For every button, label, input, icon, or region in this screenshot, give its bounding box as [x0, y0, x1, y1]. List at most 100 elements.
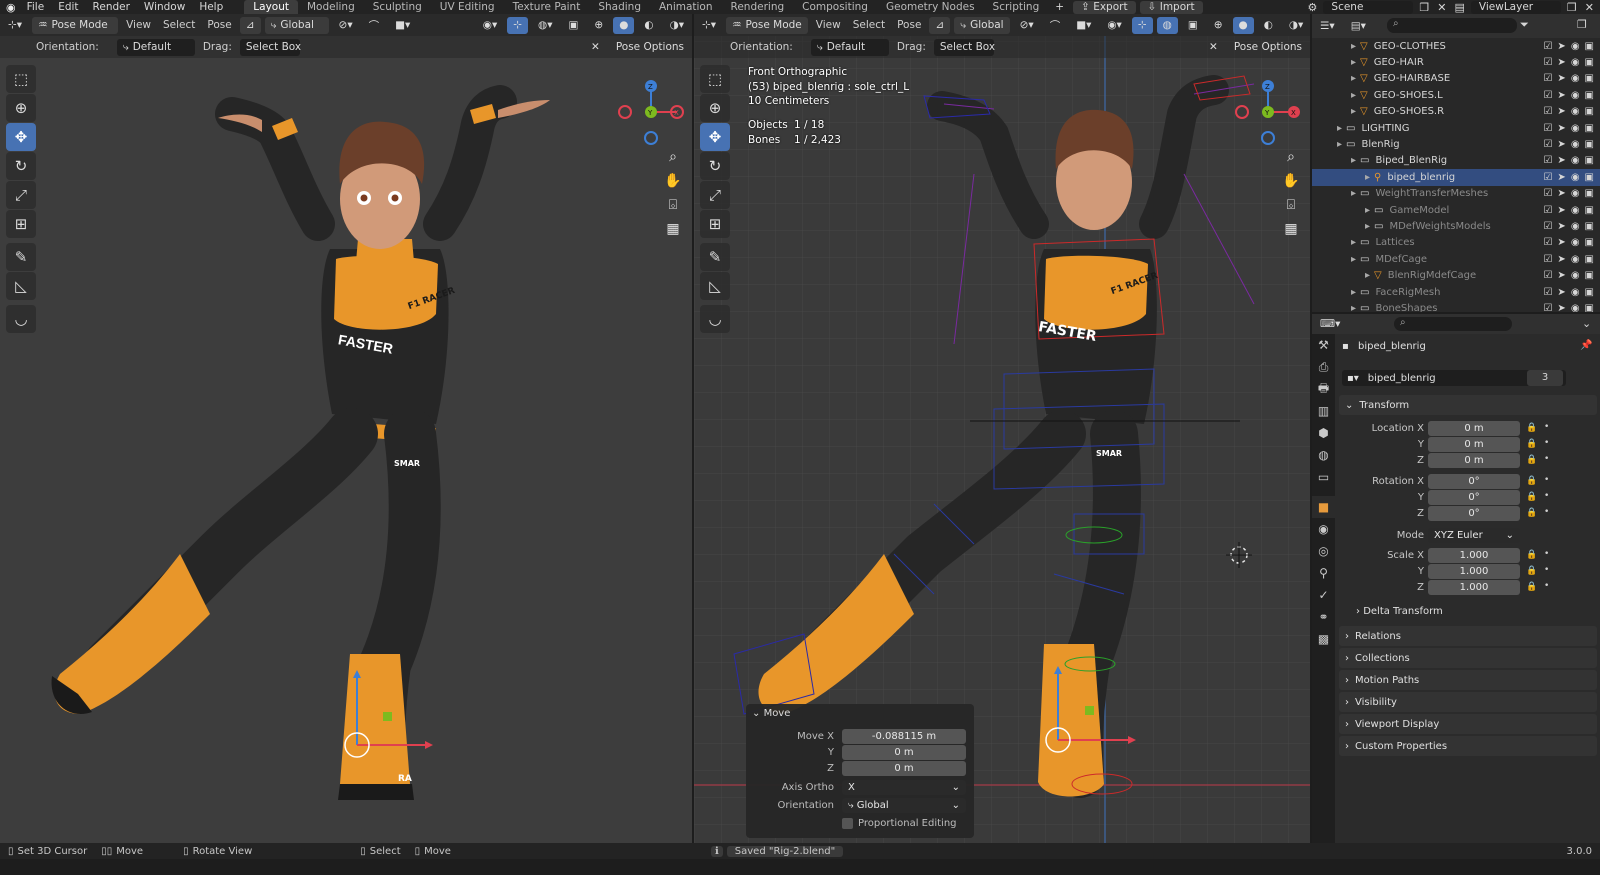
- eye-icon[interactable]: ◉: [1571, 123, 1580, 134]
- camera-render-icon[interactable]: ▣: [1585, 188, 1594, 199]
- camera-render-icon[interactable]: ▣: [1585, 139, 1594, 150]
- object-tab-icon[interactable]: ■: [1312, 496, 1335, 518]
- measure-tool-icon-r[interactable]: ◺: [700, 272, 730, 300]
- select-arrow-icon[interactable]: ➤: [1557, 73, 1565, 84]
- expand-arrow-icon[interactable]: ▸: [1312, 57, 1360, 68]
- zoom-icon[interactable]: ⌕: [662, 146, 684, 168]
- physics-tab-icon[interactable]: ◎: [1312, 540, 1335, 562]
- outliner-row[interactable]: ▸ ▭ WeightTransferMeshes ☑ ➤ ◉ ▣: [1312, 186, 1600, 202]
- menu-edit[interactable]: Edit: [51, 1, 85, 13]
- workspace-tab-layout[interactable]: Layout: [244, 0, 298, 14]
- navigation-gizmo-left[interactable]: Z X Y: [615, 76, 685, 146]
- import-button[interactable]: ⇩ Import: [1139, 0, 1203, 14]
- workspace-tab-scripting[interactable]: Scripting: [984, 0, 1049, 14]
- checkbox-icon[interactable]: ☑: [1543, 57, 1552, 68]
- mode-selector[interactable]: ♒ Pose Mode: [32, 16, 119, 34]
- viewport-left[interactable]: F1 RACER FASTER SMAR RA ⊹▾ ♒ Pose Mode V…: [0, 14, 692, 859]
- checkbox-icon[interactable]: ☑: [1543, 123, 1552, 134]
- lock-icon[interactable]: 🔒: [1526, 550, 1537, 560]
- move-gizmo-plane-r[interactable]: [1085, 706, 1094, 715]
- zoom-icon-r[interactable]: ⌕: [1280, 146, 1302, 168]
- axis-ortho-dropdown[interactable]: X ⌄: [842, 780, 966, 795]
- orientation-default-selector-r[interactable]: ⤷ Default: [810, 38, 889, 56]
- workspace-tab-sculpting[interactable]: Sculpting: [364, 0, 431, 14]
- pan-hand-icon[interactable]: ✋: [662, 170, 684, 192]
- pivot-icon-r[interactable]: ⊘▾: [1014, 17, 1040, 34]
- annotate-tool-icon-r[interactable]: ✎: [700, 243, 730, 271]
- new-scene-icon[interactable]: ❐: [1415, 2, 1433, 13]
- overlay-toggle-icon-r[interactable]: ◍: [1156, 16, 1178, 34]
- delete-viewlayer-icon[interactable]: ✕: [1581, 2, 1600, 13]
- shading-rendered-icon-r[interactable]: ◑▾: [1283, 17, 1309, 34]
- select-box-tool-icon-r[interactable]: ⬚: [700, 65, 730, 93]
- lock-icon[interactable]: 🔒: [1526, 476, 1537, 486]
- orientation-dropdown[interactable]: ⤷ Global ⌄: [842, 798, 966, 813]
- export-button[interactable]: ⇪ Export: [1073, 0, 1136, 14]
- select-arrow-icon[interactable]: ➤: [1557, 303, 1565, 312]
- menu-file[interactable]: File: [20, 1, 52, 13]
- visibility-panel-header[interactable]: › Visibility: [1339, 692, 1597, 712]
- outliner-row[interactable]: ▸ ▽ GEO-HAIR ☑ ➤ ◉ ▣: [1312, 54, 1600, 70]
- shading-material-icon[interactable]: ◐: [638, 17, 659, 34]
- annotate-tool-icon[interactable]: ✎: [6, 243, 36, 271]
- camera-render-icon[interactable]: ▣: [1585, 205, 1594, 216]
- workspace-tab-texture-paint[interactable]: Texture Paint: [504, 0, 590, 14]
- checkbox-icon[interactable]: ☑: [1543, 270, 1552, 281]
- grid-icon[interactable]: ▦: [662, 218, 684, 240]
- add-workspace-icon[interactable]: +: [1048, 1, 1071, 13]
- shading-rendered-icon[interactable]: ◑▾: [664, 17, 690, 34]
- outliner-row[interactable]: ▸ ▭ BoneShapes ☑ ➤ ◉ ▣: [1312, 300, 1600, 312]
- workspace-tab-animation[interactable]: Animation: [650, 0, 722, 14]
- rotation-x-field[interactable]: 0°: [1428, 474, 1520, 489]
- expand-arrow-icon[interactable]: ▸: [1312, 155, 1360, 166]
- workspace-tab-compositing[interactable]: Compositing: [793, 0, 877, 14]
- expand-arrow-icon[interactable]: ▸: [1312, 254, 1360, 265]
- editor-type-button[interactable]: ⊹▾: [2, 17, 28, 34]
- shading-solid-icon-r[interactable]: ●: [1232, 16, 1254, 34]
- row-visibility-toggles[interactable]: ☑ ➤ ◉ ▣: [1543, 254, 1594, 265]
- rotation-z-field[interactable]: 0°: [1428, 506, 1520, 521]
- row-visibility-toggles[interactable]: ☑ ➤ ◉ ▣: [1543, 287, 1594, 298]
- custom-properties-panel-header[interactable]: › Custom Properties: [1339, 736, 1597, 756]
- lock-icon[interactable]: 🔒: [1526, 455, 1537, 465]
- workspace-tab-modeling[interactable]: Modeling: [298, 0, 364, 14]
- user-count-field[interactable]: 3: [1527, 370, 1563, 386]
- snap-icon[interactable]: ⌒: [363, 17, 386, 34]
- motion-paths-panel-header[interactable]: › Motion Paths: [1339, 670, 1597, 690]
- camera-render-icon[interactable]: ▣: [1585, 221, 1594, 232]
- eye-icon[interactable]: ◉: [1571, 139, 1580, 150]
- select-arrow-icon[interactable]: ➤: [1557, 90, 1565, 101]
- camera-render-icon[interactable]: ▣: [1585, 106, 1594, 117]
- eye-icon[interactable]: ◉: [1571, 270, 1580, 281]
- gizmo-toggle-icon-r[interactable]: ⊹: [1131, 16, 1153, 34]
- proportional-icon[interactable]: ■▾: [389, 17, 416, 34]
- nav-neg-z-handle[interactable]: [644, 131, 658, 145]
- row-visibility-toggles[interactable]: ☑ ➤ ◉ ▣: [1543, 155, 1594, 166]
- measure-tool-icon[interactable]: ◺: [6, 272, 36, 300]
- outliner-row[interactable]: ▸ ▭ BlenRig ☑ ➤ ◉ ▣: [1312, 136, 1600, 152]
- expand-arrow-icon[interactable]: ▸: [1312, 139, 1346, 150]
- row-visibility-toggles[interactable]: ☑ ➤ ◉ ▣: [1543, 57, 1594, 68]
- relax-pose-tool-icon[interactable]: ◡: [6, 305, 36, 333]
- checkbox-icon[interactable]: ☑: [1543, 41, 1552, 52]
- pose-lock-icon[interactable]: ⊿: [239, 16, 261, 34]
- transform-tool-icon[interactable]: ⊞: [6, 210, 36, 238]
- move-gizmo-x-arrow-r[interactable]: [1128, 736, 1136, 744]
- lock-icon[interactable]: 🔒: [1526, 439, 1537, 449]
- mode-selector-r[interactable]: ♒ Pose Mode: [726, 16, 808, 34]
- camera-render-icon[interactable]: ▣: [1585, 123, 1594, 134]
- select-arrow-icon[interactable]: ➤: [1557, 123, 1565, 134]
- eye-icon[interactable]: ◉: [1571, 106, 1580, 117]
- eye-icon[interactable]: ◉: [1571, 237, 1580, 248]
- select-arrow-icon[interactable]: ➤: [1557, 155, 1565, 166]
- keyframe-dot-icon[interactable]: •: [1544, 507, 1549, 517]
- grid-icon-r[interactable]: ▦: [1280, 218, 1302, 240]
- scene-tab-icon[interactable]: ⬢: [1312, 422, 1335, 444]
- keyframe-dot-icon[interactable]: •: [1544, 422, 1549, 432]
- shading-wireframe-icon-r[interactable]: ⊕: [1208, 17, 1229, 34]
- shading-wireframe-icon[interactable]: ⊕: [588, 17, 609, 34]
- eye-icon[interactable]: ◉: [1571, 303, 1580, 312]
- viewport-display-panel-header[interactable]: › Viewport Display: [1339, 714, 1597, 734]
- shading-material-icon-r[interactable]: ◐: [1258, 17, 1279, 34]
- checkbox-icon[interactable]: ☑: [1543, 90, 1552, 101]
